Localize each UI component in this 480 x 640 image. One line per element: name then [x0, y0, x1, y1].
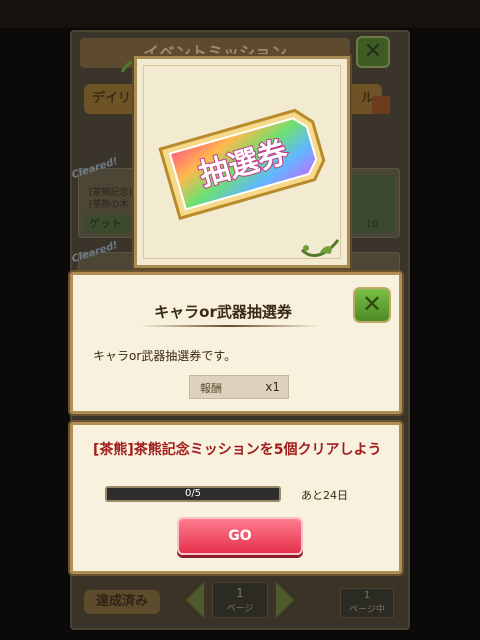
- close-button[interactable]: ✕: [353, 287, 391, 323]
- progress-text: 0/5: [184, 488, 202, 499]
- page-suffix: ページ: [226, 604, 254, 614]
- next-page-arrow-icon: [276, 582, 294, 618]
- reward-info-panel: キャラor武器抽選券 ✕ キャラor武器抽選券です。 報酬 x1: [70, 272, 402, 414]
- row-reward: 10: [349, 175, 395, 233]
- remaining-days: あと24日: [301, 489, 348, 502]
- mission-panel: [茶熊]茶熊記念ミッションを5個クリアしよう 0/5 あと24日 GO: [70, 422, 402, 574]
- gift-icon: [372, 96, 390, 114]
- reward-quantity-box: 報酬 x1: [189, 375, 289, 399]
- vine-ornament-icon: [300, 239, 340, 257]
- page-total-suffix: ページ中: [349, 605, 385, 615]
- page-number: 1: [236, 586, 244, 600]
- background-page-total: 1 ページ中: [340, 588, 394, 618]
- page-total-number: 1: [363, 590, 371, 601]
- background-completed-button: 達成済み: [84, 590, 160, 614]
- go-button[interactable]: GO: [177, 517, 303, 555]
- row-line-2: [茶熊の木: [89, 200, 129, 210]
- background-close-button: ✕: [356, 36, 390, 68]
- progress-bar: 0/5: [105, 486, 281, 502]
- background-top-bar: [0, 0, 480, 28]
- reward-title: キャラor武器抽選券: [154, 303, 292, 321]
- reward-quantity: x1: [265, 380, 280, 394]
- mission-description: [茶熊]茶熊記念ミッションを5個クリアしよう: [93, 442, 382, 458]
- background-page-indicator: 1 ページ: [212, 582, 268, 618]
- reward-label: 報酬: [200, 382, 222, 395]
- background-tab-daily: デイリ: [84, 84, 140, 114]
- prev-page-arrow-icon: [186, 582, 204, 618]
- reward-description: キャラor武器抽選券です。: [93, 349, 237, 363]
- title-divider: [139, 325, 319, 327]
- close-x-icon: ✕: [361, 290, 383, 318]
